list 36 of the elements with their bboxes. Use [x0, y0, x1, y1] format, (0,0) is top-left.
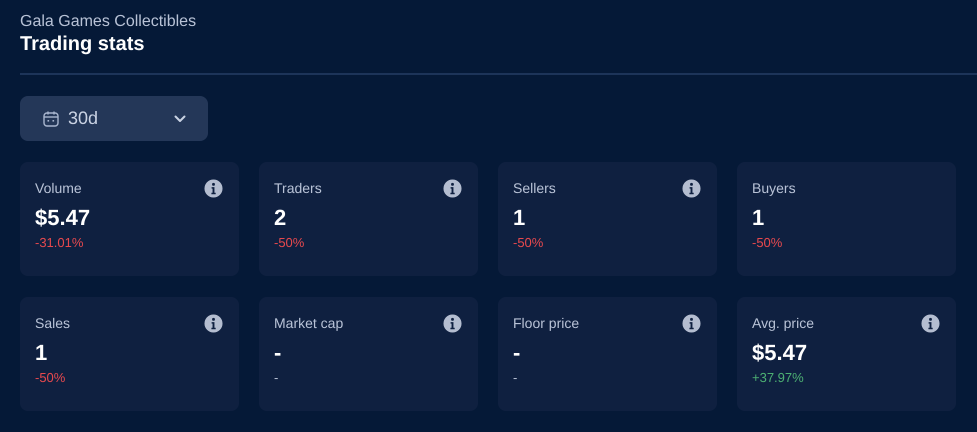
stat-change: -31.01% — [35, 235, 84, 250]
stat-change: - — [274, 370, 278, 385]
stat-label: Avg. price — [752, 315, 814, 331]
stat-value: 1 — [752, 204, 764, 232]
stat-label: Volume — [35, 180, 82, 196]
stat-label: Traders — [274, 180, 322, 196]
stat-value: - — [274, 339, 282, 367]
stat-change: -50% — [513, 235, 544, 250]
stat-value: - — [513, 339, 520, 367]
period-dropdown[interactable]: 30d — [20, 96, 208, 141]
page-title: Trading stats — [20, 32, 144, 56]
stat-value: 1 — [513, 204, 526, 232]
info-icon[interactable] — [921, 314, 940, 332]
stat-value: $5.47 — [752, 339, 808, 367]
stat-value: 1 — [35, 339, 48, 367]
stat-label: Sales — [35, 315, 70, 331]
info-icon[interactable] — [443, 314, 462, 332]
info-icon[interactable] — [443, 178, 462, 198]
info-icon[interactable] — [682, 314, 701, 332]
info-icon[interactable] — [204, 314, 223, 332]
calendar-icon — [42, 110, 60, 128]
stat-change: -50% — [752, 235, 782, 250]
info-icon[interactable] — [682, 178, 701, 198]
stat-label: Market cap — [274, 315, 344, 331]
chevron-down-icon — [174, 114, 186, 122]
collection-name: Gala Games Collectibles — [20, 12, 196, 32]
stat-value: 2 — [274, 204, 286, 232]
stat-change: +37.97% — [752, 370, 804, 385]
stat-label: Floor price — [513, 315, 580, 331]
stat-change: -50% — [35, 370, 66, 385]
stat-label: Sellers — [513, 180, 556, 196]
info-icon[interactable] — [204, 178, 223, 198]
stat-label: Buyers — [752, 180, 796, 196]
stat-value: $5.47 — [35, 204, 90, 232]
stat-change: - — [513, 370, 518, 385]
stat-change: -50% — [274, 235, 304, 250]
